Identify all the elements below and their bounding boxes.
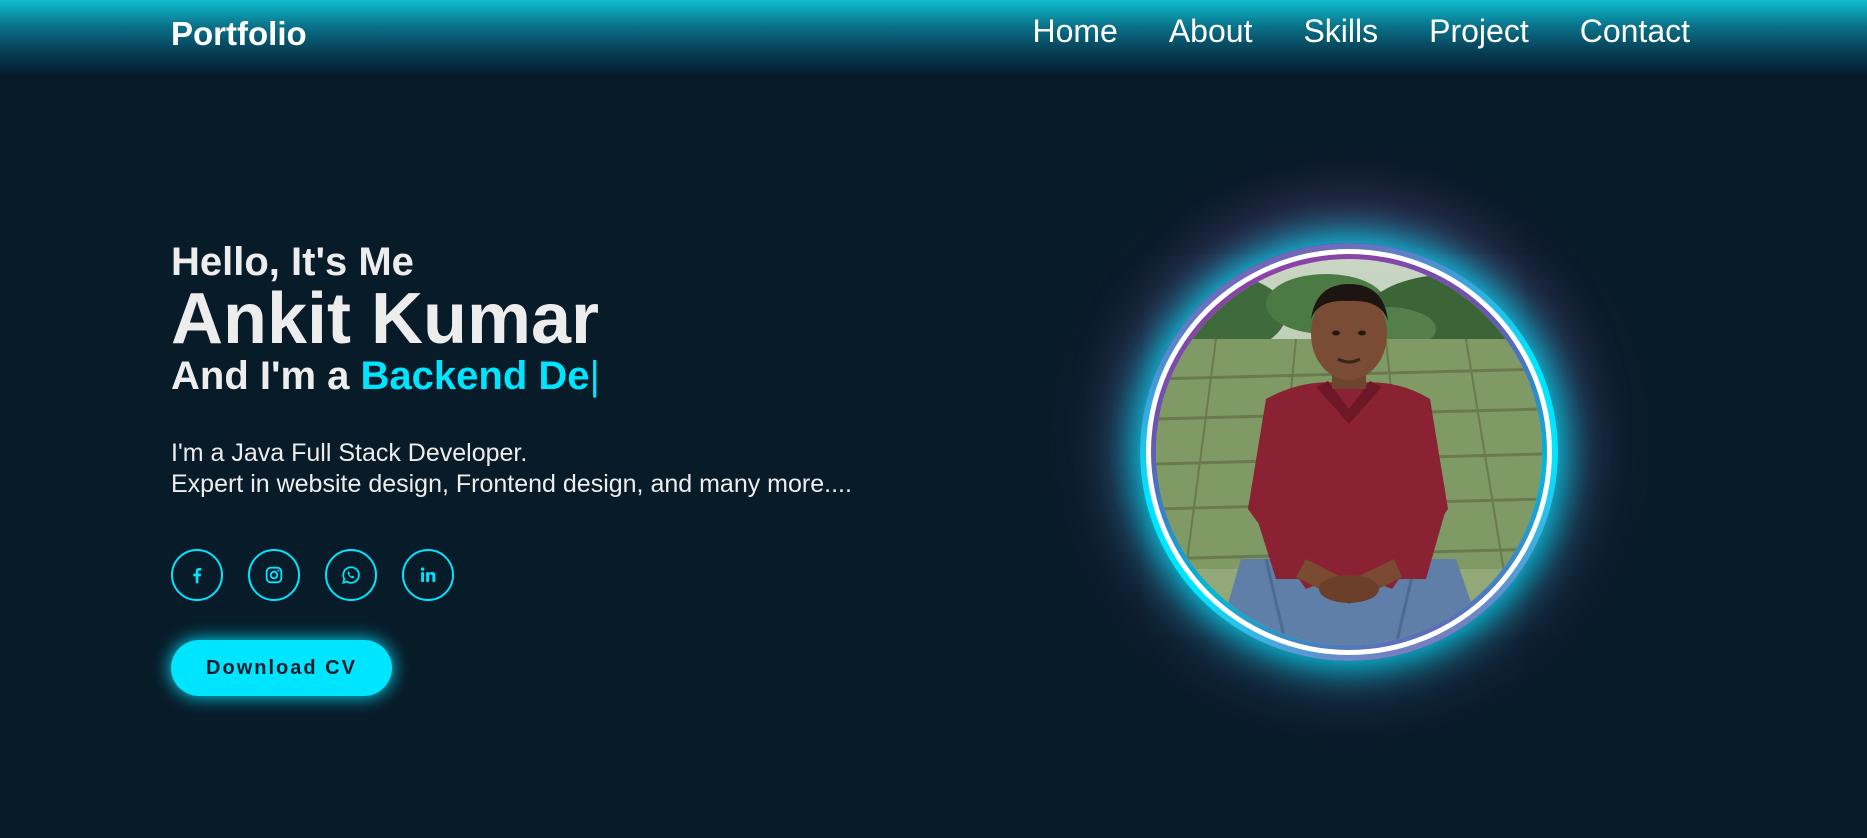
role-typed-text: Backend De: [360, 354, 590, 398]
social-links: [171, 549, 479, 601]
instagram-link[interactable]: [248, 549, 300, 601]
description-line-2: Expert in website design, Frontend desig…: [171, 470, 852, 498]
whatsapp-link[interactable]: [325, 549, 377, 601]
nav-project[interactable]: Project: [1429, 13, 1529, 50]
header: Portfolio Home About Skills Project Cont…: [0, 0, 1867, 78]
nav-skills[interactable]: Skills: [1303, 13, 1378, 50]
description-line-1: I'm a Java Full Stack Developer.: [171, 439, 528, 467]
nav-home[interactable]: Home: [1032, 13, 1117, 50]
profile-photo: [1156, 259, 1542, 645]
whatsapp-icon: [342, 566, 360, 584]
role-line: And I'm a Backend De|: [171, 352, 852, 400]
nav-about[interactable]: About: [1169, 13, 1253, 50]
linkedin-link[interactable]: [402, 549, 454, 601]
facebook-icon: [193, 567, 202, 584]
nav-contact[interactable]: Contact: [1580, 13, 1690, 50]
instagram-icon: [265, 566, 283, 584]
hero-description: I'm a Java Full Stack Developer. Expert …: [171, 438, 852, 500]
typing-cursor: |: [589, 354, 600, 398]
hero-name: Ankit Kumar: [171, 279, 600, 359]
download-cv-button[interactable]: Download CV: [171, 640, 392, 696]
main-nav: Home About Skills Project Contact: [1032, 13, 1690, 50]
logo[interactable]: Portfolio: [171, 15, 307, 53]
role-prefix: And I'm a: [171, 354, 361, 398]
hero-content: Hello, It's Me Ankit Kumar And I'm a Bac…: [171, 238, 852, 500]
profile-photo-illustration: [1156, 259, 1542, 645]
facebook-link[interactable]: [171, 549, 223, 601]
profile-image-frame: [1140, 243, 1558, 661]
linkedin-icon: [420, 567, 436, 582]
